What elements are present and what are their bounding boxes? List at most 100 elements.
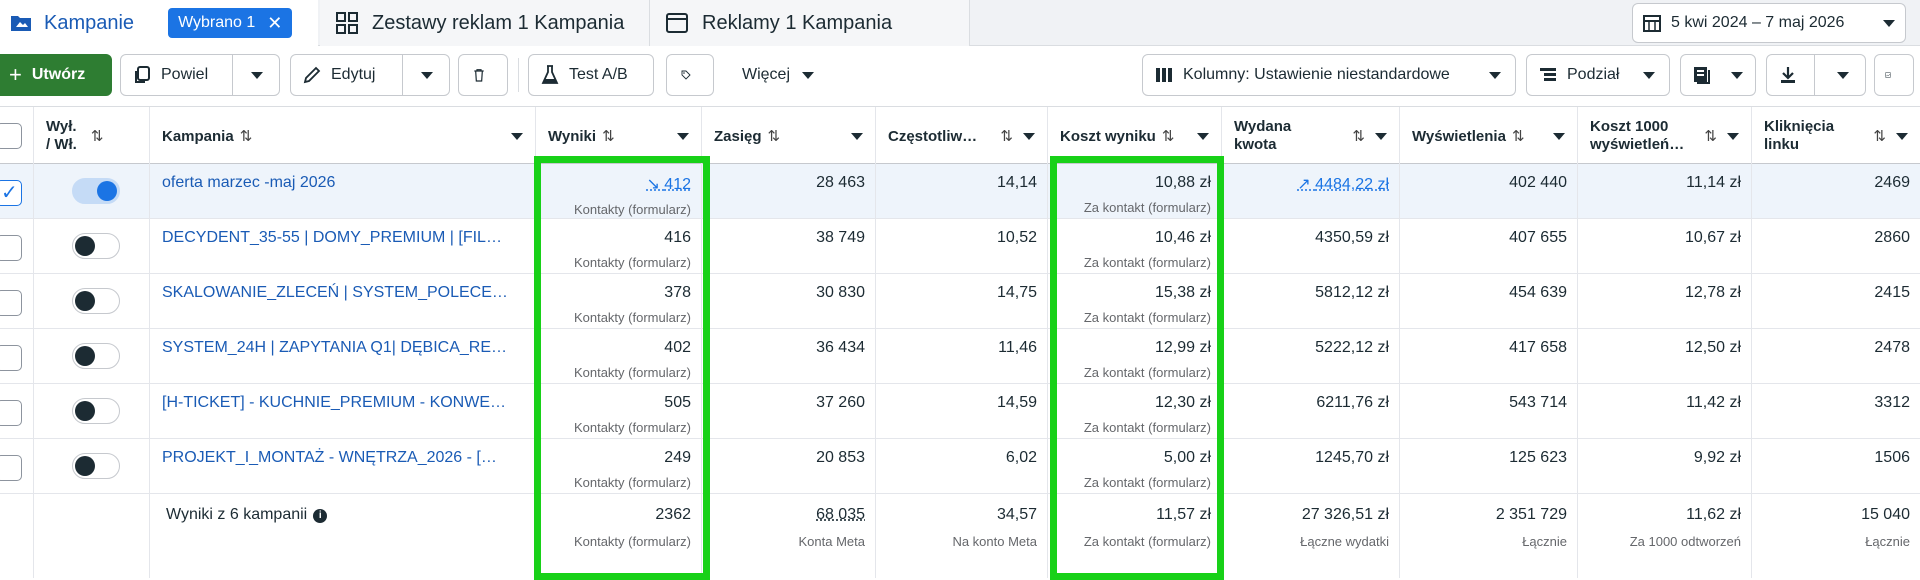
row-checkbox[interactable] [0,235,22,261]
header-results[interactable]: Wyniki ⇅ [536,107,702,165]
campaign-name-link[interactable]: PROJEKT_I_MONTAŻ - WNĘTRZA_2026 - [… [150,439,536,494]
row-checkbox[interactable] [0,455,22,481]
header-link-clicks[interactable]: Kliknięcia linku ⇅ [1752,107,1920,165]
delivery-toggle[interactable] [72,233,120,259]
table-row[interactable]: oferta marzec -maj 2026 ↘ 412 Kontakty (f… [0,164,1920,219]
chevron-down-icon[interactable] [1375,133,1387,140]
chart-button[interactable] [1874,54,1914,96]
chevron-down-icon[interactable] [421,71,433,79]
campaign-name-link[interactable]: [H-TICKET] - KUCHNIE_PREMIUM - KONWE… [150,384,536,439]
footer-cpm: 11,62 zł Za 1000 odtworzeń [1578,494,1752,578]
breakdown-button[interactable]: Podział [1526,54,1670,96]
sort-icon[interactable]: ⇅ [240,127,253,145]
campaign-name-link[interactable]: oferta marzec -maj 2026 [150,164,536,219]
chevron-down-icon[interactable] [1023,133,1035,140]
tab-adsets[interactable]: Zestawy reklam 1 Kampania [320,0,650,46]
header-campaign[interactable]: Kampania ⇅ [150,107,536,165]
row-checkbox[interactable] [0,345,22,371]
chevron-down-icon[interactable] [1197,133,1209,140]
top-tab-bar: Kampanie Wybrano 1 ✕ Zestawy reklam 1 Ka… [0,0,1920,46]
header-cpm-bottom: wyświetleń… [1590,136,1685,153]
sort-icon[interactable]: ⇅ [1352,127,1365,145]
more-menu[interactable]: Więcej [742,54,815,96]
chevron-down-icon[interactable] [851,133,863,140]
chevron-down-icon[interactable] [1837,71,1849,79]
sort-icon[interactable]: ⇅ [768,127,781,145]
cost-value: 10,46 zł [1154,229,1211,246]
header-cpm[interactable]: Koszt 1000 wyświetleń… ⇅ [1578,107,1752,165]
reports-button[interactable] [1680,54,1756,96]
spent-cell: ↗ 4484,22 zł [1222,164,1400,219]
table-row[interactable]: [H-TICKET] - KUCHNIE_PREMIUM - KONWE… 50… [0,384,1920,439]
header-spent[interactable]: Wydana kwota ⇅ [1222,107,1400,165]
footer-clicks: 15 040 Łącznie [1752,494,1920,578]
frequency-cell: 10,52 [876,219,1048,274]
chevron-down-icon[interactable] [1727,133,1739,140]
cost-cell: 15,38 zł Za kontakt (formularz) [1048,274,1222,329]
sort-icon[interactable]: ⇅ [1000,127,1013,145]
selected-chip-label: Wybrano 1 [178,14,256,31]
delivery-toggle[interactable] [72,343,120,369]
create-button[interactable]: + Utwórz [0,54,112,96]
info-icon[interactable]: i [313,509,328,523]
spent-value[interactable]: 4484,22 zł [1315,176,1389,193]
row-checkbox[interactable] [0,400,22,426]
header-delivery[interactable]: Wył. / Wł. ⇅ [34,107,150,165]
sort-icon[interactable]: ⇅ [1162,127,1175,145]
header-reach[interactable]: Zasięg ⇅ [702,107,876,165]
delivery-toggle[interactable] [72,178,120,204]
footer-reach-value[interactable]: 68 035 [816,506,865,523]
results-value[interactable]: 412 [664,176,691,193]
chevron-down-icon[interactable] [1553,133,1565,140]
toggle-knob [75,236,95,256]
table-row[interactable]: SYSTEM_24H | ZAPYTANIA Q1| DĘBICA_RE… 40… [0,329,1920,384]
results-value: 249 [664,449,691,466]
sort-icon[interactable]: ⇅ [1704,127,1717,145]
header-frequency[interactable]: Częstotliw… ⇅ [876,107,1048,165]
campaign-name-link[interactable]: DECYDENT_35-55 | DOMY_PREMIUM | [FIL… [150,219,536,274]
table-row[interactable]: SKALOWANIE_ZLECEŃ | SYSTEM_POLECE… 378 Ko… [0,274,1920,329]
campaign-name-link[interactable]: SYSTEM_24H | ZAPYTANIA Q1| DĘBICA_RE… [150,329,536,384]
delivery-toggle[interactable] [72,398,120,424]
columns-button[interactable]: Kolumny: Ustawienie niestandardowe [1142,54,1516,96]
tag-button[interactable] [666,54,714,96]
chevron-down-icon[interactable] [677,133,689,140]
table-row[interactable]: PROJEKT_I_MONTAŻ - WNĘTRZA_2026 - [… 249… [0,439,1920,494]
row-checkbox[interactable] [0,290,22,316]
spent-value: 5222,12 zł [1315,339,1389,356]
tab-ads[interactable]: Reklamy 1 Kampania [650,0,970,46]
delivery-toggle[interactable] [72,288,120,314]
toggle-knob [97,181,117,201]
edit-button[interactable]: Edytuj [290,54,450,96]
row-checkbox[interactable] [0,180,22,206]
footer-reach: 68 035 Konta Meta [702,494,876,578]
close-icon[interactable]: ✕ [267,13,282,34]
divider [402,54,403,96]
chevron-down-icon[interactable] [511,133,523,140]
sort-icon[interactable]: ⇅ [91,127,104,145]
delete-button[interactable] [458,54,508,96]
header-clicks-bottom: linku [1764,136,1800,153]
chevron-down-icon[interactable] [1896,133,1908,140]
ab-test-button[interactable]: Test A/B [528,54,654,96]
delivery-toggle[interactable] [72,453,120,479]
campaign-name-link[interactable]: SKALOWANIE_ZLECEŃ | SYSTEM_POLECE… [150,274,536,329]
duplicate-button[interactable]: Powiel [120,54,280,96]
sort-icon[interactable]: ⇅ [1873,127,1886,145]
header-impressions[interactable]: Wyświetlenia ⇅ [1400,107,1578,165]
tab-campaigns[interactable]: Kampanie Wybrano 1 ✕ [0,0,318,46]
select-all-checkbox[interactable] [0,123,22,149]
export-button[interactable] [1766,54,1866,96]
selected-chip[interactable]: Wybrano 1 ✕ [168,8,293,38]
totals-row: Wyniki z 6 kampanii i 2362 Kontakty (formu… [0,494,1920,578]
date-range-picker[interactable]: 5 kwi 2024 – 7 maj 2026 [1632,3,1906,43]
chevron-down-icon[interactable] [251,71,263,79]
header-cost-per-result[interactable]: Koszt wyniku ⇅ [1048,107,1222,165]
footer-spent-value: 27 326,51 zł [1301,506,1389,523]
cost-value: 5,00 zł [1163,449,1211,466]
sort-icon[interactable]: ⇅ [1512,127,1525,145]
footer-impressions-sub: Łącznie [1522,534,1567,549]
clicks-cell: 2469 [1874,174,1910,191]
table-row[interactable]: DECYDENT_35-55 | DOMY_PREMIUM | [FIL… 41… [0,219,1920,274]
sort-icon[interactable]: ⇅ [602,127,615,145]
